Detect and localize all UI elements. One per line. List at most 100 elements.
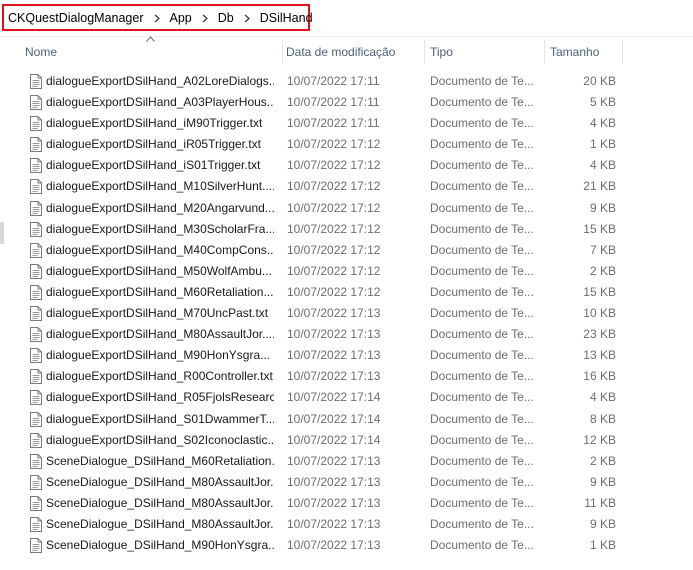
file-row[interactable]: SceneDialogue_DSilHand_M90HonYsgra... 10/… xyxy=(0,535,693,556)
file-row[interactable]: dialogueExportDSilHand_iM90Trigger.txt 10… xyxy=(0,113,693,134)
file-row[interactable]: SceneDialogue_DSilHand_M80AssaultJor....… xyxy=(0,493,693,514)
breadcrumb-item-db[interactable]: Db xyxy=(216,11,236,25)
text-file-icon xyxy=(30,137,42,153)
file-type: Documento de Te... xyxy=(430,348,534,363)
file-name[interactable]: dialogueExportDSilHand_R05FjolsResearc..… xyxy=(46,387,274,408)
text-file-icon xyxy=(30,242,42,258)
file-size: 10 KB xyxy=(583,306,616,321)
text-file-icon xyxy=(30,327,42,343)
file-list: dialogueExportDSilHand_A02LoreDialogs...… xyxy=(0,71,693,556)
file-date: 10/07/2022 17:12 xyxy=(287,284,381,299)
file-name[interactable]: dialogueExportDSilHand_M20Angarvund... xyxy=(46,198,274,219)
file-name[interactable]: dialogueExportDSilHand_A02LoreDialogs... xyxy=(46,71,274,92)
file-type: Documento de Te... xyxy=(430,516,534,531)
text-file-icon xyxy=(30,495,42,511)
text-file-icon xyxy=(30,432,42,448)
file-size: 5 KB xyxy=(589,95,616,110)
text-file-icon xyxy=(30,158,42,174)
text-file-icon xyxy=(30,306,42,322)
file-name[interactable]: dialogueExportDSilHand_iM90Trigger.txt xyxy=(46,113,274,134)
column-size-header[interactable]: Tamanho xyxy=(546,40,622,64)
file-date: 10/07/2022 17:13 xyxy=(287,495,381,510)
file-name[interactable]: SceneDialogue_DSilHand_M80AssaultJor.... xyxy=(46,472,274,493)
file-row[interactable]: dialogueExportDSilHand_M50WolfAmbu... 10/… xyxy=(0,261,693,282)
file-name[interactable]: dialogueExportDSilHand_M50WolfAmbu... xyxy=(46,261,274,282)
address-bar[interactable]: CKQuestDialogManager App Db DSilHand xyxy=(0,0,693,37)
text-file-icon xyxy=(30,74,42,89)
file-row[interactable]: dialogueExportDSilHand_M90HonYsgra... 10/… xyxy=(0,345,693,366)
file-name[interactable]: dialogueExportDSilHand_iS01Trigger.txt xyxy=(46,155,274,176)
text-file-icon xyxy=(30,348,42,364)
file-size: 8 KB xyxy=(589,411,616,426)
file-size: 1 KB xyxy=(589,137,616,152)
file-date: 10/07/2022 17:13 xyxy=(287,453,381,468)
file-row[interactable]: dialogueExportDSilHand_A03PlayerHous... 1… xyxy=(0,92,693,113)
file-row[interactable]: dialogueExportDSilHand_M70UncPast.txt 10/… xyxy=(0,303,693,324)
file-row[interactable]: dialogueExportDSilHand_iS01Trigger.txt 10… xyxy=(0,155,693,176)
column-type-header[interactable]: Tipo xyxy=(426,40,544,64)
file-type: Documento de Te... xyxy=(430,538,534,553)
file-row[interactable]: dialogueExportDSilHand_R05FjolsResearc..… xyxy=(0,387,693,408)
file-date: 10/07/2022 17:11 xyxy=(287,95,380,110)
file-date: 10/07/2022 17:13 xyxy=(287,474,381,489)
file-type: Documento de Te... xyxy=(430,116,534,131)
file-type: Documento de Te... xyxy=(430,495,534,510)
chevron-right-icon[interactable] xyxy=(146,14,168,23)
file-name[interactable]: dialogueExportDSilHand_M10SilverHunt.... xyxy=(46,176,274,197)
file-row[interactable]: dialogueExportDSilHand_M20Angarvund... 10… xyxy=(0,198,693,219)
text-file-icon xyxy=(30,116,42,132)
file-row[interactable]: SceneDialogue_DSilHand_M80AssaultJor....… xyxy=(0,472,693,493)
file-row[interactable]: dialogueExportDSilHand_M80AssaultJor....… xyxy=(0,324,693,345)
file-name[interactable]: dialogueExportDSilHand_S01DwammerT... xyxy=(46,409,274,430)
file-name[interactable]: SceneDialogue_DSilHand_M60Retaliation...… xyxy=(46,451,274,472)
file-date: 10/07/2022 17:14 xyxy=(287,411,381,426)
file-name[interactable]: dialogueExportDSilHand_M70UncPast.txt xyxy=(46,303,274,324)
column-name-header[interactable]: Nome xyxy=(21,40,283,64)
file-row[interactable]: dialogueExportDSilHand_M30ScholarFra... 1… xyxy=(0,219,693,240)
file-row[interactable]: dialogueExportDSilHand_R00Controller.txt… xyxy=(0,366,693,387)
breadcrumb: CKQuestDialogManager App Db DSilHand xyxy=(6,10,315,26)
breadcrumb-item-ckquestdialogmanager[interactable]: CKQuestDialogManager xyxy=(6,11,146,25)
file-type: Documento de Te... xyxy=(430,474,534,489)
file-row[interactable]: dialogueExportDSilHand_S02Iconoclastic..… xyxy=(0,430,693,451)
text-file-icon xyxy=(30,179,42,195)
file-row[interactable]: SceneDialogue_DSilHand_M80AssaultJor....… xyxy=(0,514,693,535)
file-date: 10/07/2022 17:11 xyxy=(287,116,380,131)
file-row[interactable]: dialogueExportDSilHand_iR05Trigger.txt 10… xyxy=(0,134,693,155)
column-divider[interactable] xyxy=(544,40,545,64)
chevron-right-icon[interactable] xyxy=(236,14,258,23)
column-date-header[interactable]: Data de modificação xyxy=(282,40,424,64)
file-row[interactable]: SceneDialogue_DSilHand_M60Retaliation...… xyxy=(0,451,693,472)
file-size: 21 KB xyxy=(583,179,616,194)
breadcrumb-item-app[interactable]: App xyxy=(168,11,194,25)
file-size: 15 KB xyxy=(583,284,616,299)
file-name[interactable]: SceneDialogue_DSilHand_M90HonYsgra... xyxy=(46,535,274,556)
chevron-right-icon[interactable] xyxy=(194,14,216,23)
file-type: Documento de Te... xyxy=(430,95,534,110)
file-name[interactable]: dialogueExportDSilHand_A03PlayerHous... xyxy=(46,92,274,113)
file-size: 4 KB xyxy=(589,116,616,131)
file-name[interactable]: dialogueExportDSilHand_M30ScholarFra... xyxy=(46,219,274,240)
file-name[interactable]: dialogueExportDSilHand_M40CompCons... xyxy=(46,240,274,261)
file-name[interactable]: dialogueExportDSilHand_iR05Trigger.txt xyxy=(46,134,274,155)
file-name[interactable]: dialogueExportDSilHand_M60Retaliation...… xyxy=(46,282,274,303)
text-file-icon xyxy=(30,390,42,406)
file-name[interactable]: dialogueExportDSilHand_M80AssaultJor.... xyxy=(46,324,274,345)
file-row[interactable]: dialogueExportDSilHand_M60Retaliation...… xyxy=(0,282,693,303)
file-name[interactable]: SceneDialogue_DSilHand_M80AssaultJor.... xyxy=(46,514,274,535)
file-name[interactable]: dialogueExportDSilHand_M90HonYsgra... xyxy=(46,345,274,366)
file-name[interactable]: dialogueExportDSilHand_R00Controller.txt xyxy=(46,366,274,387)
file-row[interactable]: dialogueExportDSilHand_A02LoreDialogs...… xyxy=(0,71,693,92)
file-date: 10/07/2022 17:13 xyxy=(287,327,381,342)
file-name[interactable]: SceneDialogue_DSilHand_M80AssaultJor.... xyxy=(46,493,274,514)
file-name[interactable]: dialogueExportDSilHand_S02Iconoclastic..… xyxy=(46,430,274,451)
breadcrumb-item-dsilhand[interactable]: DSilHand xyxy=(258,11,315,25)
file-date: 10/07/2022 17:13 xyxy=(287,538,381,553)
text-file-icon xyxy=(30,284,42,300)
file-date: 10/07/2022 17:13 xyxy=(287,348,381,363)
file-row[interactable]: dialogueExportDSilHand_M10SilverHunt....… xyxy=(0,176,693,197)
column-divider[interactable] xyxy=(424,40,425,64)
column-divider[interactable] xyxy=(622,40,623,64)
file-row[interactable]: dialogueExportDSilHand_M40CompCons... 10/… xyxy=(0,240,693,261)
file-row[interactable]: dialogueExportDSilHand_S01DwammerT... 10/… xyxy=(0,409,693,430)
